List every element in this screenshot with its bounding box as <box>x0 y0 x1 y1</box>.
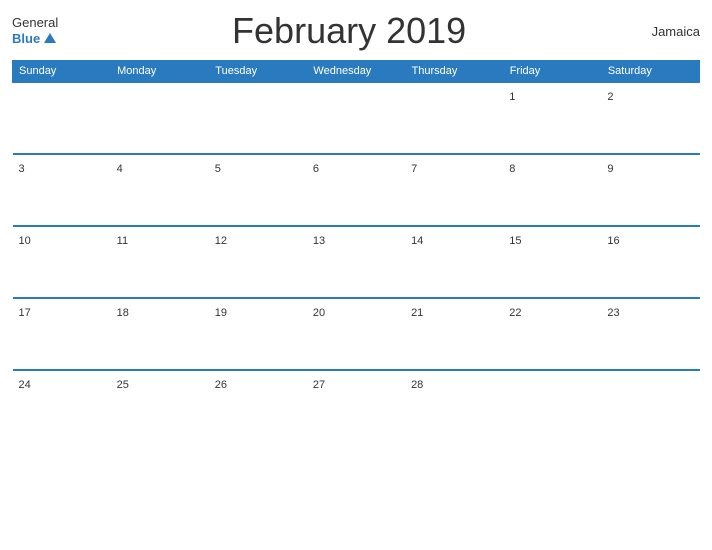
calendar-cell <box>13 82 111 154</box>
day-number: 13 <box>313 235 325 247</box>
calendar-cell: 10 <box>13 226 111 298</box>
calendar-container: General Blue February 2019 Jamaica Sunda… <box>0 0 712 550</box>
day-number: 11 <box>117 235 128 247</box>
calendar-cell: 21 <box>405 298 503 370</box>
calendar-cell: 9 <box>601 154 699 226</box>
day-number: 19 <box>215 307 227 319</box>
day-number: 21 <box>411 307 423 319</box>
days-header-row: Sunday Monday Tuesday Wednesday Thursday… <box>13 61 700 83</box>
logo-blue-text: Blue <box>12 31 56 46</box>
calendar-grid: Sunday Monday Tuesday Wednesday Thursday… <box>12 60 700 442</box>
calendar-cell: 18 <box>111 298 209 370</box>
calendar-cell: 15 <box>503 226 601 298</box>
calendar-cell: 16 <box>601 226 699 298</box>
calendar-cell <box>307 82 405 154</box>
logo-general-text: General <box>12 16 58 30</box>
calendar-cell: 25 <box>111 370 209 442</box>
calendar-cell: 2 <box>601 82 699 154</box>
day-number: 2 <box>607 91 613 103</box>
day-number: 27 <box>313 379 325 391</box>
day-number: 22 <box>509 307 521 319</box>
calendar-cell: 17 <box>13 298 111 370</box>
day-number: 20 <box>313 307 325 319</box>
day-number: 16 <box>607 235 619 247</box>
day-number: 6 <box>313 163 319 175</box>
calendar-cell: 12 <box>209 226 307 298</box>
calendar-cell: 1 <box>503 82 601 154</box>
country-label: Jamaica <box>640 24 700 39</box>
calendar-cell: 13 <box>307 226 405 298</box>
logo: General Blue <box>12 16 58 45</box>
calendar-cell: 3 <box>13 154 111 226</box>
day-number: 17 <box>19 307 31 319</box>
calendar-cell <box>601 370 699 442</box>
calendar-cell: 26 <box>209 370 307 442</box>
day-number: 4 <box>117 163 123 175</box>
calendar-cell <box>111 82 209 154</box>
calendar-header: General Blue February 2019 Jamaica <box>12 10 700 52</box>
logo-triangle-icon <box>44 33 56 43</box>
calendar-cell: 24 <box>13 370 111 442</box>
calendar-cell <box>209 82 307 154</box>
header-thursday: Thursday <box>405 61 503 83</box>
calendar-cell: 22 <box>503 298 601 370</box>
day-number: 12 <box>215 235 227 247</box>
day-number: 26 <box>215 379 227 391</box>
calendar-cell <box>503 370 601 442</box>
day-number: 10 <box>19 235 31 247</box>
header-friday: Friday <box>503 61 601 83</box>
header-sunday: Sunday <box>13 61 111 83</box>
day-number: 24 <box>19 379 31 391</box>
day-number: 9 <box>607 163 613 175</box>
calendar-cell: 23 <box>601 298 699 370</box>
calendar-title: February 2019 <box>58 10 640 52</box>
calendar-cell: 27 <box>307 370 405 442</box>
week-row-4: 17 18 19 20 21 22 23 <box>13 298 700 370</box>
calendar-cell <box>405 82 503 154</box>
calendar-cell: 14 <box>405 226 503 298</box>
week-row-5: 24 25 26 27 28 <box>13 370 700 442</box>
calendar-cell: 7 <box>405 154 503 226</box>
calendar-cell: 5 <box>209 154 307 226</box>
day-number: 15 <box>509 235 521 247</box>
header-wednesday: Wednesday <box>307 61 405 83</box>
calendar-cell: 6 <box>307 154 405 226</box>
calendar-cell: 8 <box>503 154 601 226</box>
calendar-cell: 19 <box>209 298 307 370</box>
calendar-cell: 11 <box>111 226 209 298</box>
day-number: 25 <box>117 379 129 391</box>
day-number: 1 <box>509 91 515 103</box>
week-row-3: 10 11 12 13 14 15 16 <box>13 226 700 298</box>
calendar-cell: 28 <box>405 370 503 442</box>
day-number: 3 <box>19 163 25 175</box>
day-number: 18 <box>117 307 129 319</box>
header-saturday: Saturday <box>601 61 699 83</box>
week-row-1: 12 <box>13 82 700 154</box>
week-row-2: 3 4 5 6 7 8 9 <box>13 154 700 226</box>
header-monday: Monday <box>111 61 209 83</box>
day-number: 28 <box>411 379 423 391</box>
day-number: 8 <box>509 163 515 175</box>
day-number: 7 <box>411 163 417 175</box>
day-number: 23 <box>607 307 619 319</box>
calendar-cell: 20 <box>307 298 405 370</box>
day-number: 5 <box>215 163 221 175</box>
day-number: 14 <box>411 235 423 247</box>
calendar-cell: 4 <box>111 154 209 226</box>
header-tuesday: Tuesday <box>209 61 307 83</box>
